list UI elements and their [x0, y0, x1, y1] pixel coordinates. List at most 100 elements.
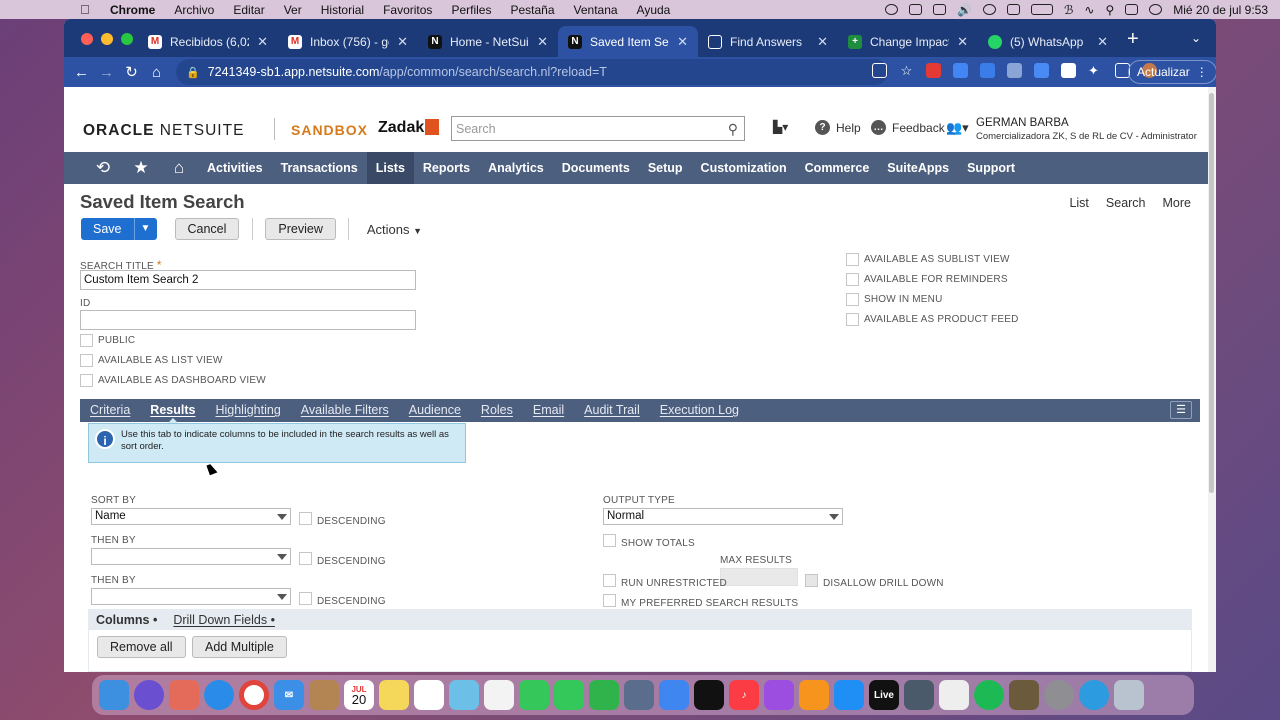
preview-button[interactable]: Preview	[265, 218, 336, 240]
add-multiple-button[interactable]: Add Multiple	[192, 636, 287, 658]
sort-descending-checkbox[interactable]: DESCENDING	[299, 510, 386, 527]
close-window-button[interactable]	[81, 33, 93, 45]
menu-pestana[interactable]: Pestaña	[510, 3, 554, 17]
nav-documents[interactable]: Documents	[553, 152, 639, 184]
tab-audience[interactable]: Audience	[399, 399, 471, 422]
recent-history-icon[interactable]: ⟲	[84, 158, 122, 178]
safari-icon[interactable]	[204, 680, 234, 710]
remove-all-button[interactable]: Remove all	[97, 636, 186, 658]
podcasts-icon[interactable]	[764, 680, 794, 710]
puzzle-icon[interactable]: ✦	[1088, 63, 1103, 78]
search-link[interactable]: Search	[1106, 196, 1146, 210]
close-icon[interactable]: ✕	[1097, 34, 1108, 50]
messages-icon[interactable]	[519, 680, 549, 710]
tab-home-netsuite[interactable]: N Home - NetSuite (C✕	[418, 26, 558, 57]
trash-icon[interactable]	[1114, 680, 1144, 710]
tab-whatsapp[interactable]: (5) WhatsApp ✕	[978, 26, 1118, 57]
nav-lists[interactable]: Lists	[366, 152, 414, 184]
bluetooth-icon[interactable]: ℬ	[1064, 3, 1073, 17]
menu-perfiles[interactable]: Perfiles	[451, 3, 491, 17]
actions-menu[interactable]: Actions ▼	[367, 222, 422, 237]
page-scrollbar[interactable]	[1208, 87, 1216, 672]
notes-icon[interactable]	[379, 680, 409, 710]
global-search-input[interactable]: Search ⚲	[451, 116, 745, 141]
cancel-button[interactable]: Cancel	[174, 218, 240, 240]
extension-new-icon[interactable]	[980, 63, 995, 78]
close-icon[interactable]: ✕	[817, 34, 828, 50]
tab-inbox[interactable]: M Inbox (756) - germ✕	[278, 26, 418, 57]
then-by-select-2[interactable]	[91, 588, 291, 605]
shortcuts-star-icon[interactable]: ★	[122, 158, 160, 178]
more-link[interactable]: More	[1163, 196, 1191, 210]
nav-suiteapps[interactable]: SuiteApps	[878, 152, 958, 184]
menu-historial[interactable]: Historial	[321, 3, 364, 17]
tab-saved-item-search[interactable]: N Saved Item Search✕	[558, 26, 698, 57]
reminders-icon[interactable]	[414, 680, 444, 710]
scrollbar-thumb[interactable]	[1209, 93, 1214, 493]
facetime-icon[interactable]	[554, 680, 584, 710]
address-bar[interactable]: 🔒 7241349-sb1.app.netsuite.com/app/commo…	[176, 59, 888, 85]
update-button[interactable]: Actualizar ⋮	[1128, 60, 1216, 84]
tab-available-filters[interactable]: Available Filters	[291, 399, 399, 422]
tab-drill-down-fields[interactable]: Drill Down Fields •	[173, 613, 275, 627]
apple-icon[interactable]: 	[80, 2, 96, 17]
nav-setup[interactable]: Setup	[639, 152, 692, 184]
menu-ventana[interactable]: Ventana	[574, 3, 618, 17]
list-view-checkbox[interactable]: AVAILABLE AS LIST VIEW	[80, 354, 222, 367]
lock-icon[interactable]: 🔒	[186, 66, 200, 79]
show-totals-checkbox[interactable]: SHOW TOTALS	[603, 532, 695, 549]
mail-icon[interactable]: ✉	[274, 680, 304, 710]
screen-icon[interactable]	[933, 4, 947, 15]
quicktime-icon[interactable]	[1079, 680, 1109, 710]
music-icon[interactable]: ♪	[729, 680, 759, 710]
nav-support[interactable]: Support	[958, 152, 1024, 184]
reminders-checkbox[interactable]: AVAILABLE FOR REMINDERS	[846, 273, 1008, 286]
close-icon[interactable]: ✕	[257, 34, 268, 50]
tab-find-answers[interactable]: Find Answers ✕	[698, 26, 838, 57]
clock[interactable]: Mié 20 de jul 9:53	[1173, 3, 1268, 17]
public-checkbox[interactable]: PUBLIC	[80, 334, 135, 347]
game-icon[interactable]	[1009, 680, 1039, 710]
menu-ayuda[interactable]: Ayuda	[637, 3, 671, 17]
zoom-window-button[interactable]	[121, 33, 133, 45]
disallow-drill-down-checkbox[interactable]: DISALLOW DRILL DOWN	[805, 572, 944, 589]
control-center-icon[interactable]	[1125, 4, 1139, 15]
system-preferences-icon[interactable]	[1044, 680, 1074, 710]
extension-gray-icon[interactable]	[1007, 63, 1022, 78]
siri-icon[interactable]	[1149, 4, 1163, 15]
list-link[interactable]: List	[1069, 196, 1088, 210]
chrome-icon[interactable]	[239, 680, 269, 710]
tab-columns[interactable]: Columns •	[96, 613, 157, 627]
sort-by-select[interactable]: Name	[91, 508, 291, 525]
star-icon[interactable]: ☆	[899, 63, 914, 78]
home-icon[interactable]: ⌂	[160, 158, 198, 178]
close-icon[interactable]: ✕	[537, 34, 548, 50]
reload-icon[interactable]: ↻	[119, 63, 144, 81]
translate-icon[interactable]	[1034, 63, 1049, 78]
extension-white-icon[interactable]	[1061, 63, 1076, 78]
user-role-icon[interactable]: 👥▾	[946, 120, 969, 136]
tab-search-chevron-icon[interactable]: ⌄	[1191, 31, 1201, 45]
max-results-input[interactable]	[720, 568, 798, 586]
calendar-icon[interactable]: JUL 20	[344, 680, 374, 710]
books-icon[interactable]	[799, 680, 829, 710]
run-unrestricted-checkbox[interactable]: RUN UNRESTRICTED	[603, 572, 727, 589]
apple-tv-icon[interactable]	[694, 680, 724, 710]
sap-icon[interactable]	[624, 680, 654, 710]
close-icon[interactable]: ✕	[957, 34, 968, 50]
search-title-input[interactable]: Custom Item Search 2	[80, 270, 416, 290]
nav-transactions[interactable]: Transactions	[272, 152, 367, 184]
app-store-icon[interactable]	[834, 680, 864, 710]
menu-favoritos[interactable]: Favoritos	[383, 3, 432, 17]
dashboard-view-checkbox[interactable]: AVAILABLE AS DASHBOARD VIEW	[80, 374, 266, 387]
recent-records-icon[interactable]: ▙▾	[773, 120, 788, 134]
back-icon[interactable]: ←	[69, 64, 94, 81]
save-button[interactable]: Save	[81, 218, 135, 240]
id-input[interactable]	[80, 310, 416, 330]
tab-criteria[interactable]: Criteria	[80, 399, 140, 422]
tab-roles[interactable]: Roles	[471, 399, 523, 422]
nav-reports[interactable]: Reports	[414, 152, 479, 184]
product-feed-checkbox[interactable]: AVAILABLE AS PRODUCT FEED	[846, 313, 1019, 326]
keynote-icon[interactable]	[659, 680, 689, 710]
document-icon[interactable]	[939, 680, 969, 710]
